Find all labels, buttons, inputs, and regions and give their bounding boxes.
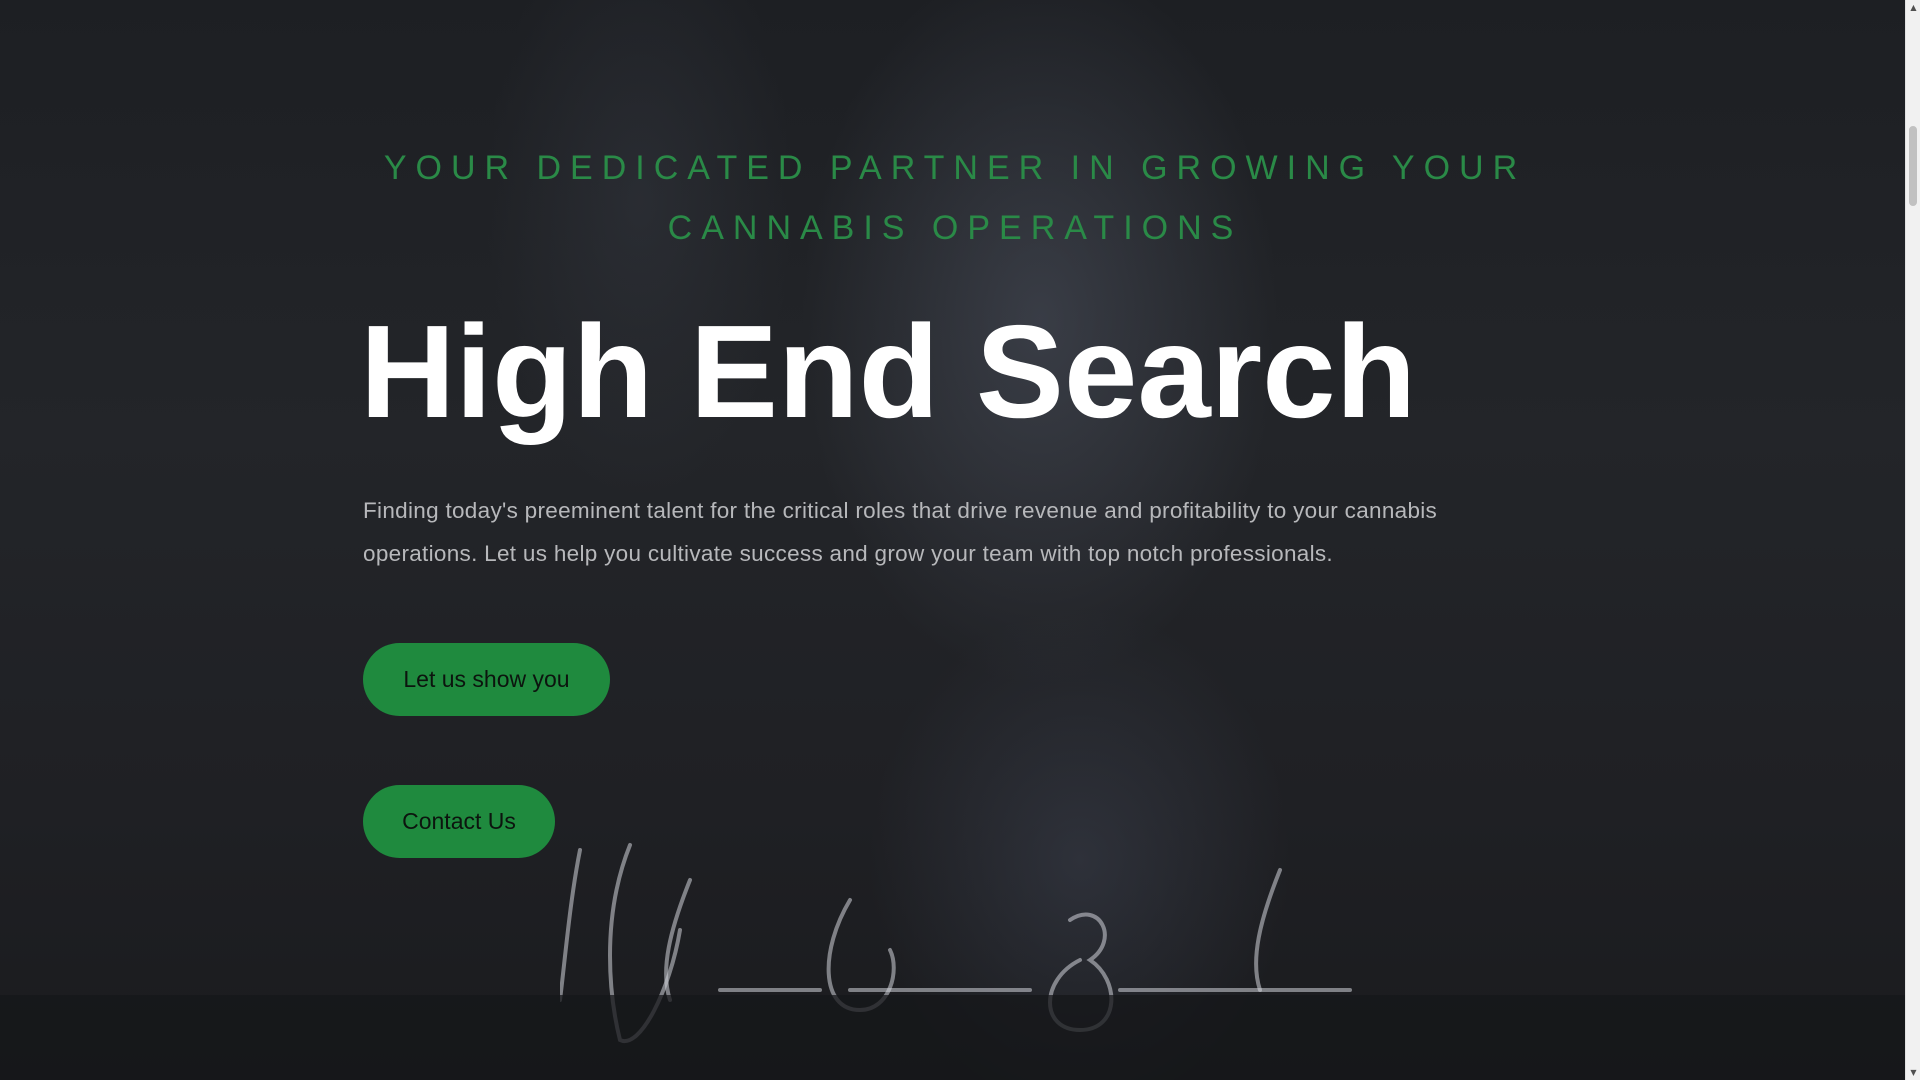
contact-us-button[interactable]: Contact Us [363,785,555,858]
footer-band [0,995,1905,1080]
vertical-scrollbar[interactable]: ▲ ▼ [1905,0,1920,1080]
scrollbar-thumb[interactable] [1909,126,1917,206]
let-us-show-you-button[interactable]: Let us show you [363,643,610,716]
triangle-down-icon[interactable]: ▼ [1906,1065,1920,1080]
hero-description: Finding today's preeminent talent for th… [363,498,1438,566]
hero-page: YOUR DEDICATED PARTNER IN GROWING YOUR C… [0,0,1920,1080]
hero-title: High End Search [360,298,1417,445]
hero-tagline: YOUR DEDICATED PARTNER IN GROWING YOUR C… [383,149,1527,247]
triangle-up-icon[interactable]: ▲ [1906,0,1920,15]
